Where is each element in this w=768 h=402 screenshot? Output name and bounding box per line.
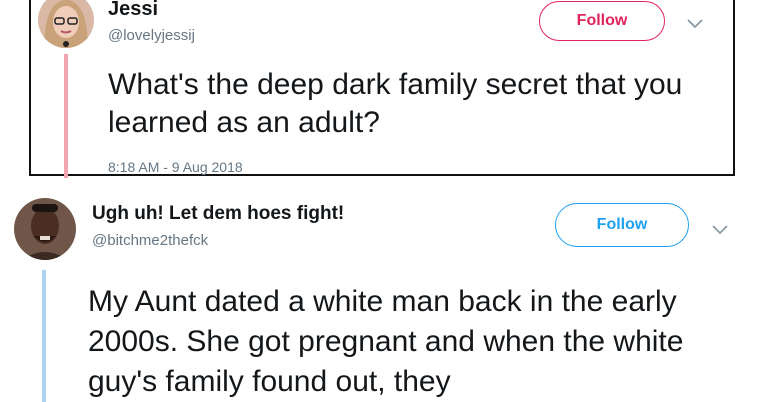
follow-button[interactable]: Follow [555, 203, 689, 247]
user-handle[interactable]: @bitchme2thefck [92, 232, 208, 249]
thread-line [64, 54, 68, 178]
follow-button[interactable]: Follow [539, 1, 665, 41]
display-name[interactable]: Ugh uh! Let dem hoes fight! [92, 203, 344, 225]
user-handle[interactable]: @lovelyjessij [108, 27, 195, 44]
tweet-text: What's the deep dark family secret that … [108, 68, 683, 139]
tweet-text: My Aunt dated a white man back in the ea… [88, 285, 684, 398]
tweet-timestamp[interactable]: 8:18 AM - 9 Aug 2018 [108, 159, 243, 175]
display-name[interactable]: Jessi [108, 0, 158, 21]
avatar[interactable] [14, 198, 76, 260]
chevron-down-icon[interactable] [686, 16, 704, 29]
thread-line [42, 270, 46, 402]
chevron-down-icon[interactable] [711, 222, 729, 235]
